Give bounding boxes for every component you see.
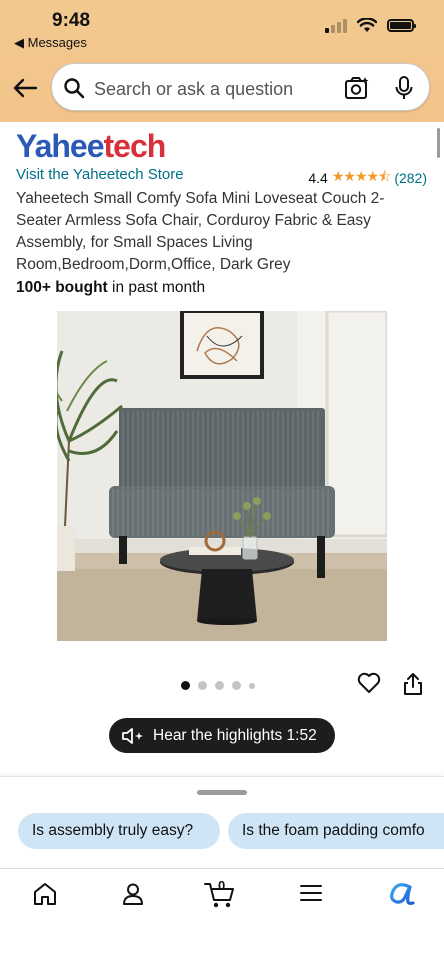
bottom-nav: 0	[0, 868, 444, 960]
share-icon[interactable]	[402, 672, 424, 696]
rating-value: 4.4	[308, 170, 328, 186]
sheet-grabber[interactable]	[197, 790, 247, 795]
bought-in-past-month: 100+ bought in past month	[16, 279, 205, 297]
account-icon[interactable]	[120, 881, 146, 907]
speaker-sparkle-icon	[122, 727, 143, 744]
camera-search-icon[interactable]	[344, 76, 370, 100]
suggestion-chip[interactable]: Is assembly truly easy?	[18, 813, 220, 849]
product-title: Yaheetech Small Comfy Sofa Mini Loveseat…	[16, 190, 385, 273]
pagination-dot[interactable]	[215, 681, 224, 690]
bought-count: 100+ bought	[16, 279, 108, 296]
scrollbar[interactable]	[437, 128, 440, 158]
back-arrow-icon[interactable]	[12, 75, 38, 101]
store-link[interactable]: Visit the Yaheetech Store	[16, 166, 184, 183]
app-header: 9:48 ◀ Messages Search or ask a question	[0, 0, 444, 122]
home-icon[interactable]	[32, 881, 58, 907]
suggestion-chip[interactable]: Is the foam padding comfo	[228, 813, 444, 849]
brand-logo-part1: Yahee	[16, 128, 105, 164]
microphone-icon[interactable]	[394, 76, 414, 100]
pagination-dot[interactable]	[198, 681, 207, 690]
status-icons	[325, 18, 416, 33]
pagination-dot[interactable]	[232, 681, 241, 690]
pagination-dot[interactable]	[181, 681, 190, 690]
hear-highlights-button[interactable]: Hear the highlights 1:52	[109, 718, 335, 753]
star-rating-icon: ★★★★⯪	[331, 168, 391, 184]
suggestions-sheet: Is assembly truly easy? Is the foam padd…	[0, 776, 444, 870]
status-time: 9:48	[52, 10, 91, 31]
brand-logo-part2: tech	[103, 128, 167, 164]
menu-icon[interactable]	[299, 881, 323, 905]
bought-period: in past month	[107, 279, 206, 296]
brand-logo[interactable]: Yaheetech	[16, 128, 167, 164]
search-input[interactable]: Search or ask a question	[51, 63, 430, 111]
rating-summary[interactable]: 4.4 ★★★★⯪ (282)	[308, 166, 427, 190]
rating-count[interactable]: (282)	[394, 170, 427, 186]
back-triangle-icon: ◀	[14, 35, 24, 50]
hear-highlights-label: Hear the highlights 1:52	[153, 726, 317, 744]
rufus-icon[interactable]	[386, 881, 416, 907]
battery-icon	[387, 19, 416, 32]
back-app-label: Messages	[27, 35, 87, 50]
search-icon	[64, 78, 85, 99]
pagination-dot[interactable]	[249, 682, 255, 689]
cart-count: 0	[218, 878, 226, 893]
wifi-icon	[357, 18, 377, 32]
image-pagination[interactable]	[181, 681, 255, 690]
cart-button[interactable]: 0	[204, 878, 236, 909]
search-placeholder: Search or ask a question	[94, 79, 294, 99]
cellular-signal-icon	[325, 18, 347, 33]
wishlist-heart-icon[interactable]	[357, 672, 381, 694]
back-to-messages[interactable]: ◀ Messages	[14, 35, 87, 51]
product-image[interactable]	[57, 311, 387, 641]
